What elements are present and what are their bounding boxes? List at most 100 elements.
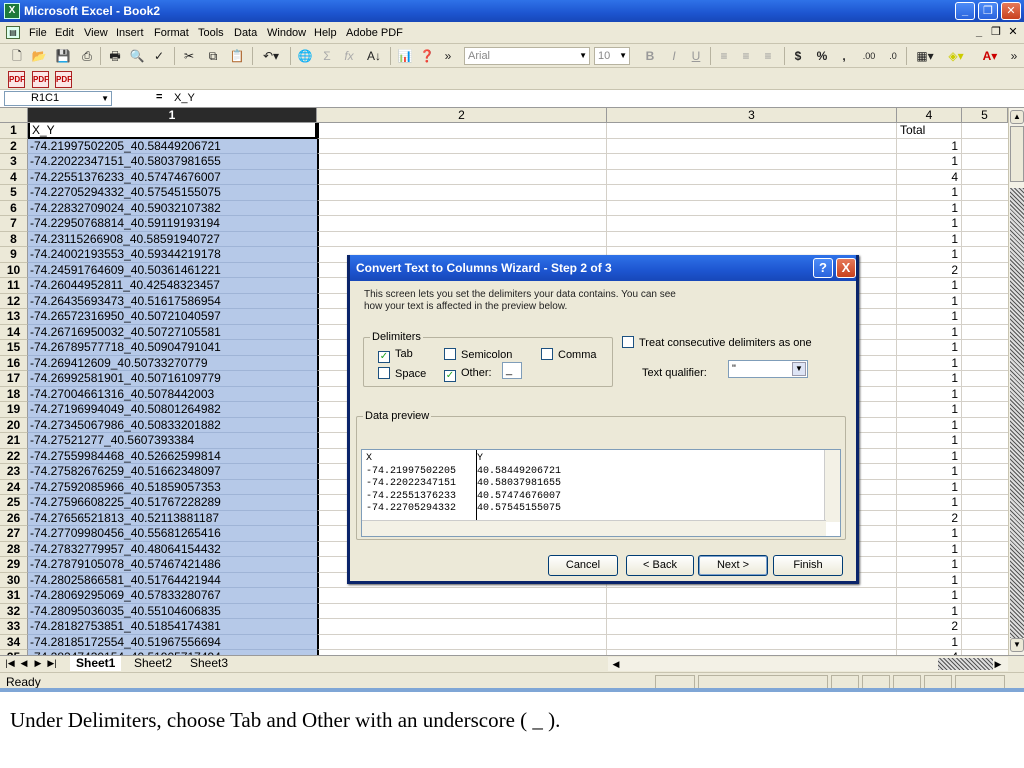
cell-col5[interactable] xyxy=(962,557,1008,573)
cell-col1[interactable]: -74.27196994049_40.50801264982 xyxy=(28,402,317,418)
cell-col4[interactable]: 1 xyxy=(897,572,962,588)
row-header[interactable]: 10 xyxy=(0,262,28,278)
comma-checkbox[interactable]: Comma xyxy=(541,348,597,361)
cell-col1[interactable]: -74.27656521813_40.52113881187 xyxy=(28,510,317,526)
cell-col2[interactable] xyxy=(317,185,607,201)
row-header[interactable]: 18 xyxy=(0,386,28,402)
cell-col2[interactable] xyxy=(317,123,607,139)
cell-col3[interactable] xyxy=(607,588,897,604)
cell-col4[interactable]: 1 xyxy=(897,402,962,418)
row-header[interactable]: 26 xyxy=(0,510,28,526)
cell-col1[interactable]: -74.27521277_40.5607393384 xyxy=(28,433,317,449)
checkbox-unchecked-icon[interactable] xyxy=(444,348,456,360)
menu-data[interactable]: Data xyxy=(234,27,257,39)
cell-col4[interactable]: 1 xyxy=(897,588,962,604)
cell-col4[interactable]: 1 xyxy=(897,293,962,309)
finish-button[interactable]: Finish xyxy=(773,555,843,576)
cell-col5[interactable] xyxy=(962,216,1008,232)
row-header[interactable]: 15 xyxy=(0,340,28,356)
space-checkbox[interactable]: Space xyxy=(378,367,426,380)
cell-col5[interactable] xyxy=(962,433,1008,449)
cell-col1[interactable]: -74.28025866581_40.51764421944 xyxy=(28,572,317,588)
prev-sheet-icon[interactable]: ◀ xyxy=(18,657,30,670)
menu-format[interactable]: Format xyxy=(154,27,189,39)
sheet-tab-sheet1[interactable]: Sheet1 xyxy=(70,656,122,671)
row-header[interactable]: 11 xyxy=(0,278,28,294)
checkbox-checked-icon[interactable]: ✓ xyxy=(444,370,456,382)
back-button[interactable]: < Back xyxy=(626,555,694,576)
undo-icon[interactable]: ↶▾ xyxy=(258,47,284,65)
cell-col5[interactable] xyxy=(962,588,1008,604)
sort-ascending-icon[interactable]: A↓ xyxy=(364,47,384,65)
cell-col1[interactable]: -74.28185172554_40.51967556694 xyxy=(28,634,317,650)
cell-col2[interactable] xyxy=(317,231,607,247)
cell-col1[interactable]: -74.22950768814_40.59119193194 xyxy=(28,216,317,232)
cell-col5[interactable] xyxy=(962,495,1008,511)
cell-col4[interactable]: 1 xyxy=(897,324,962,340)
text-qualifier-select[interactable]: " ▼ xyxy=(728,360,808,378)
scroll-down-icon[interactable]: ▼ xyxy=(1010,638,1024,652)
menu-edit[interactable]: Edit xyxy=(55,27,74,39)
cell-col1[interactable]: -74.26044952811_40.42548323457 xyxy=(28,278,317,294)
cell-col4[interactable]: 1 xyxy=(897,526,962,542)
cell-col4[interactable]: 1 xyxy=(897,417,962,433)
cell-col1[interactable]: -74.28069295069_40.57833280767 xyxy=(28,588,317,604)
cell-col5[interactable] xyxy=(962,232,1008,247)
hyperlink-icon[interactable]: 🌐 xyxy=(296,47,314,65)
bold-button[interactable]: B xyxy=(642,47,658,65)
row-header[interactable]: 22 xyxy=(0,448,28,464)
checkbox-unchecked-icon[interactable] xyxy=(378,367,390,379)
cell-col1[interactable]: -74.26572316950_40.50721040597 xyxy=(28,309,317,325)
comma-button[interactable]: , xyxy=(838,47,850,65)
row-header[interactable]: 31 xyxy=(0,588,28,604)
next-button[interactable]: Next > xyxy=(698,555,768,576)
chart-wizard-icon[interactable]: 📊 xyxy=(396,47,414,65)
cell-col5[interactable] xyxy=(962,170,1008,185)
scroll-right-icon[interactable]: ▶ xyxy=(992,658,1004,671)
cell-col5[interactable] xyxy=(962,387,1008,402)
checkbox-checked-icon[interactable]: ✓ xyxy=(378,351,390,363)
cell-col1[interactable]: -74.27559984468_40.52662599814 xyxy=(28,448,317,464)
row-header[interactable]: 3 xyxy=(0,154,28,170)
cell-col5[interactable] xyxy=(962,542,1008,557)
cell-col1[interactable]: -74.22551376233_40.57474676007 xyxy=(28,169,317,185)
cell-col5[interactable] xyxy=(962,449,1008,464)
scroll-up-icon[interactable]: ▲ xyxy=(1010,110,1024,124)
paste-icon[interactable]: 📋 xyxy=(228,47,246,65)
cell-col3[interactable] xyxy=(607,138,897,154)
cell-col1[interactable]: -74.26435693473_40.51617586954 xyxy=(28,293,317,309)
cell-col4[interactable]: 1 xyxy=(897,464,962,480)
cell-col5[interactable] xyxy=(962,619,1008,635)
cell-col1[interactable]: -74.27592085966_40.51859057353 xyxy=(28,479,317,495)
cell-col5[interactable] xyxy=(962,247,1008,263)
cell-col1[interactable]: -74.27345067986_40.50833201882 xyxy=(28,417,317,433)
menu-window[interactable]: Window xyxy=(267,27,306,39)
copy-icon[interactable]: ⧉ xyxy=(204,47,222,65)
cell-col5[interactable] xyxy=(962,123,1008,139)
cell-col1[interactable]: -74.27879105078_40.57467421486 xyxy=(28,557,317,573)
function-icon[interactable]: fx xyxy=(340,47,358,65)
restore-icon[interactable]: ❐ xyxy=(978,2,998,20)
cell-col5[interactable] xyxy=(962,356,1008,371)
cell-col1[interactable]: -74.27004661316_40.5078442003 xyxy=(28,386,317,402)
cell-col4[interactable]: 1 xyxy=(897,216,962,232)
row-header[interactable]: 7 xyxy=(0,216,28,232)
cell-col2[interactable] xyxy=(317,619,607,635)
cell-col1[interactable]: -74.27832779957_40.48064154432 xyxy=(28,541,317,557)
autosum-icon[interactable]: Σ xyxy=(318,47,336,65)
row-header[interactable]: 2 xyxy=(0,138,28,154)
cell-col1[interactable]: -74.22705294332_40.57545155075 xyxy=(28,185,317,201)
cell-col4[interactable]: 2 xyxy=(897,510,962,526)
cell-col1[interactable]: -74.26992581901_40.50716109779 xyxy=(28,371,317,387)
cell-col4[interactable]: 1 xyxy=(897,603,962,619)
row-header[interactable]: 27 xyxy=(0,526,28,542)
consecutive-delimiters-checkbox[interactable]: Treat consecutive delimiters as one xyxy=(622,336,812,349)
close-icon[interactable]: X xyxy=(836,258,856,278)
column-header[interactable]: 3 xyxy=(607,108,897,123)
cell-col2[interactable] xyxy=(317,169,607,185)
increase-decimal-icon[interactable]: .00 xyxy=(858,47,880,65)
doc-restore-icon[interactable]: ❐ xyxy=(989,26,1003,40)
cell-col1[interactable]: -74.26716950032_40.50727105581 xyxy=(28,324,317,340)
cell-col3[interactable] xyxy=(607,231,897,247)
cell-col1[interactable]: -74.22832709024_40.59032107382 xyxy=(28,200,317,216)
